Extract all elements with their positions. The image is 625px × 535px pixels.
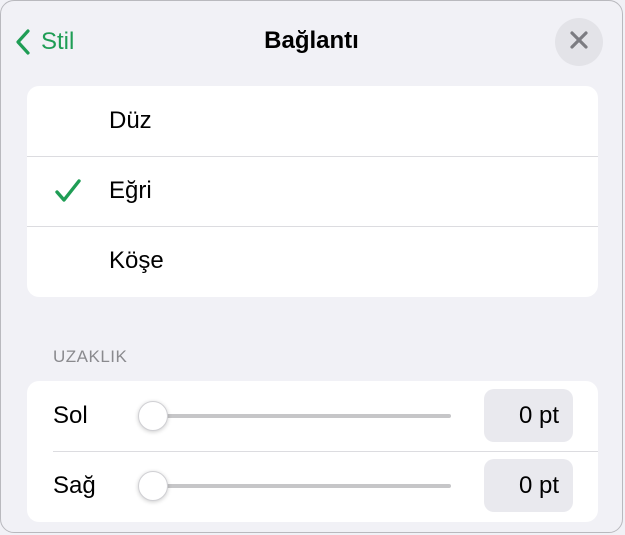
- right-distance-field[interactable]: 0 pt: [484, 459, 573, 512]
- option-egri[interactable]: Eğri: [27, 156, 598, 226]
- option-label: Köşe: [109, 247, 164, 274]
- distance-settings: Sol 0 pt Sağ 0 pt: [27, 381, 598, 522]
- connection-type-list: Düz Eğri Köşe: [27, 86, 598, 297]
- option-label: Düz: [109, 107, 152, 134]
- section-header-distance: UZAKLIK: [53, 347, 128, 366]
- option-duz[interactable]: Düz: [27, 86, 598, 156]
- close-button[interactable]: [555, 18, 603, 66]
- distance-row-left: Sol 0 pt: [27, 381, 598, 451]
- slider-thumb[interactable]: [138, 401, 168, 431]
- option-kose[interactable]: Köşe: [27, 226, 598, 296]
- back-button[interactable]: Stil: [15, 25, 74, 59]
- left-distance-field[interactable]: 0 pt: [484, 389, 573, 442]
- popover-panel: Stil Bağlantı Düz Eğri Köşe UZAKLIK Sol …: [0, 0, 623, 533]
- option-label: Eğri: [109, 177, 152, 204]
- checkmark-icon: [54, 178, 82, 204]
- slider-track: [139, 414, 451, 418]
- navigation-bar: Stil Bağlantı: [1, 1, 622, 81]
- slider-thumb[interactable]: [138, 471, 168, 501]
- left-distance-slider[interactable]: [138, 401, 451, 431]
- row-label: Sol: [53, 402, 88, 429]
- distance-row-right: Sağ 0 pt: [27, 451, 598, 521]
- back-button-label: Stil: [41, 28, 75, 55]
- slider-track: [139, 484, 451, 488]
- close-icon: [569, 30, 589, 55]
- chevron-left-icon: [15, 29, 31, 55]
- row-label: Sağ: [53, 472, 96, 499]
- right-distance-slider[interactable]: [138, 471, 451, 501]
- page-title: Bağlantı: [264, 27, 359, 54]
